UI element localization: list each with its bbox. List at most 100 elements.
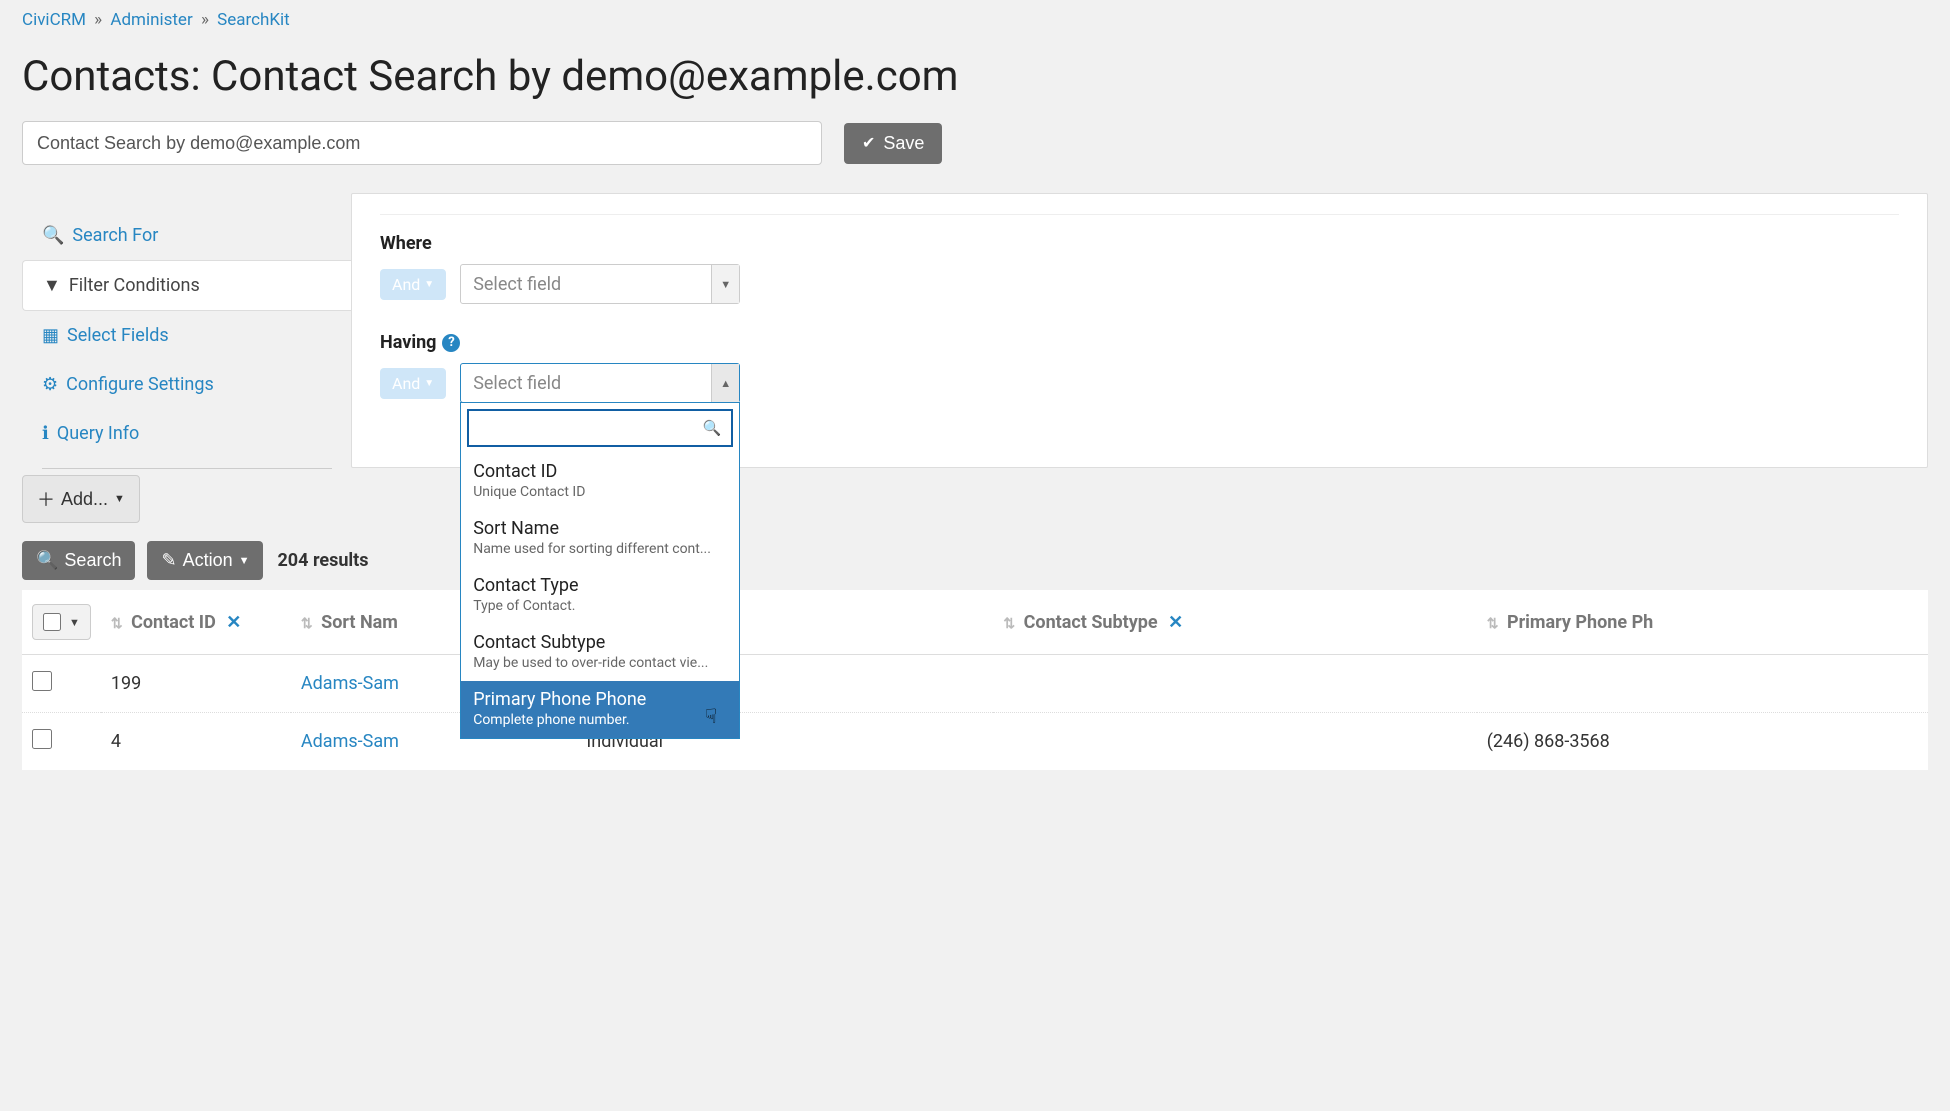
sidebar-item-label: Select Fields — [67, 325, 169, 346]
dropdown-search[interactable]: 🔍 — [467, 409, 733, 447]
dropdown-item-title: Contact ID — [473, 461, 727, 482]
sort-icon: ⇅ — [111, 616, 123, 632]
pencil-icon: ✎ — [161, 550, 176, 571]
info-icon: ℹ — [42, 423, 49, 444]
check-icon: ✔ — [862, 133, 875, 153]
cell-primary-phone — [1477, 655, 1928, 713]
action-button-label: Action — [183, 550, 233, 571]
column-label: Primary Phone Ph — [1507, 612, 1653, 633]
sidebar-item-label: Filter Conditions — [69, 275, 200, 296]
dropdown-item[interactable]: Contact IDUnique Contact ID — [461, 453, 739, 510]
select-placeholder: Select field — [473, 274, 561, 295]
caret-down-icon: ▼ — [239, 555, 250, 567]
help-icon[interactable]: ? — [442, 334, 460, 352]
action-button[interactable]: ✎ Action ▼ — [147, 541, 263, 580]
having-dropdown: 🔍 Contact IDUnique Contact ID Sort Name Na… — [460, 402, 740, 739]
breadcrumb-civicrm[interactable]: CiviCRM — [22, 10, 86, 30]
row-checkbox[interactable] — [32, 729, 52, 749]
table-row: 199Adams-SamHousehold — [22, 655, 1928, 713]
search-button-label: Search — [64, 550, 121, 571]
dropdown-item[interactable]: Sort Name Name used for sorting different… — [461, 510, 739, 567]
dropdown-item-title: Sort Name — [473, 518, 727, 539]
search-button[interactable]: 🔍 Search — [22, 541, 135, 580]
having-and-chip[interactable]: And ▼ — [380, 368, 446, 399]
remove-column-icon[interactable]: ✕ — [1168, 612, 1183, 633]
row-checkbox[interactable] — [32, 671, 52, 691]
having-label: Having — [380, 332, 436, 353]
dropdown-item-subtitle: Type of Contact. — [473, 598, 727, 614]
where-and-chip[interactable]: And ▼ — [380, 269, 446, 300]
search-icon: 🔍 — [703, 419, 722, 437]
chevron-right-icon: » — [94, 10, 102, 30]
sidebar-item-label: Query Info — [57, 423, 139, 444]
column-contact-subtype[interactable]: ⇅ Contact Subtype ✕ — [993, 590, 1476, 655]
gears-icon: ⚙ — [42, 374, 58, 395]
dropdown-item-title: Contact Type — [473, 575, 727, 596]
caret-down-icon: ▼ — [711, 265, 739, 303]
cell-contact-subtype — [993, 655, 1476, 713]
sidebar-item-query-info[interactable]: ℹ Query Info — [22, 409, 352, 458]
and-chip-label: And — [392, 374, 420, 393]
caret-up-icon: ▲ — [711, 364, 739, 402]
sidebar-item-label: Configure Settings — [66, 374, 214, 395]
dropdown-item-subtitle: Name used for sorting different cont... — [473, 541, 727, 557]
breadcrumb-administer[interactable]: Administer — [110, 10, 192, 30]
sort-icon: ⇅ — [1003, 616, 1015, 632]
cell-contact-id: 199 — [101, 655, 291, 713]
caret-down-icon: ▼ — [69, 616, 80, 629]
column-primary-phone[interactable]: ⇅ Primary Phone Ph — [1477, 590, 1928, 655]
dropdown-item[interactable]: Contact Type Type of Contact. — [461, 567, 739, 624]
caret-down-icon: ▼ — [114, 493, 125, 505]
cell-primary-phone: (246) 868-3568 — [1477, 713, 1928, 771]
page-title: Contacts: Contact Search by demo@example… — [0, 40, 1950, 121]
search-name-input[interactable] — [22, 121, 822, 165]
results-table: ▼ ⇅ Contact ID ✕ ⇅ Sort Nam ⇅ Contact Ty… — [22, 590, 1928, 770]
sidebar-item-configure-settings[interactable]: ⚙ Configure Settings — [22, 360, 352, 409]
cell-contact-id: 4 — [101, 713, 291, 771]
divider — [42, 468, 332, 469]
sidebar: 🔍 Search For ▼ Filter Conditions ▦ Selec… — [22, 193, 352, 523]
select-all-checkbox[interactable]: ▼ — [32, 604, 91, 640]
results-count: 204 results — [277, 550, 368, 571]
save-button[interactable]: ✔ Save — [844, 123, 942, 164]
cell-contact-subtype — [993, 713, 1476, 771]
column-label: Contact ID — [131, 612, 216, 633]
dropdown-item-subtitle: Complete phone number. — [473, 712, 727, 728]
filter-panel: Where And ▼ Select field ▼ Having ? And … — [351, 193, 1928, 468]
cell-sort-name-link[interactable]: Adams-Sam — [301, 731, 399, 752]
save-button-label: Save — [883, 133, 924, 154]
table-row: 4Adams-SamIndividual(246) 868-3568 — [22, 713, 1928, 771]
dropdown-item-subtitle: May be used to over-ride contact vie... — [473, 655, 727, 671]
sidebar-item-filter-conditions[interactable]: ▼ Filter Conditions — [22, 260, 352, 311]
search-icon: 🔍 — [42, 225, 64, 246]
remove-column-icon[interactable]: ✕ — [226, 612, 241, 633]
add-button[interactable]: ＋ Add... ▼ — [22, 475, 140, 523]
having-select-field[interactable]: Select field ▲ — [460, 363, 740, 403]
filter-icon: ▼ — [43, 275, 61, 296]
caret-down-icon: ▼ — [424, 378, 434, 389]
select-all-input[interactable] — [43, 613, 61, 631]
dropdown-item[interactable]: Contact Subtype May be used to over-ride … — [461, 624, 739, 681]
chevron-right-icon: » — [201, 10, 209, 30]
dropdown-search-input[interactable] — [479, 411, 694, 445]
sidebar-item-label: Search For — [72, 225, 158, 246]
dropdown-item-title: Primary Phone Phone — [473, 689, 727, 710]
column-contact-id[interactable]: ⇅ Contact ID ✕ — [101, 590, 291, 655]
sort-icon: ⇅ — [1487, 616, 1499, 632]
sidebar-item-search-for[interactable]: 🔍 Search For — [22, 211, 352, 260]
plus-icon: ＋ — [37, 486, 55, 512]
and-chip-label: And — [392, 275, 420, 294]
column-label: Contact Subtype — [1024, 612, 1158, 633]
breadcrumb-searchkit[interactable]: SearchKit — [217, 10, 290, 30]
dropdown-item-title: Contact Subtype — [473, 632, 727, 653]
sidebar-item-select-fields[interactable]: ▦ Select Fields — [22, 311, 352, 360]
cell-sort-name-link[interactable]: Adams-Sam — [301, 673, 399, 694]
column-label: Sort Nam — [321, 612, 398, 633]
caret-down-icon: ▼ — [424, 279, 434, 290]
where-label: Where — [380, 233, 1899, 254]
dropdown-item[interactable]: Primary Phone Phone Complete phone number… — [461, 681, 739, 738]
select-placeholder: Select field — [473, 373, 561, 394]
add-button-label: Add... — [61, 489, 108, 510]
breadcrumb: CiviCRM » Administer » SearchKit — [0, 0, 1950, 40]
where-select-field[interactable]: Select field ▼ — [460, 264, 740, 304]
